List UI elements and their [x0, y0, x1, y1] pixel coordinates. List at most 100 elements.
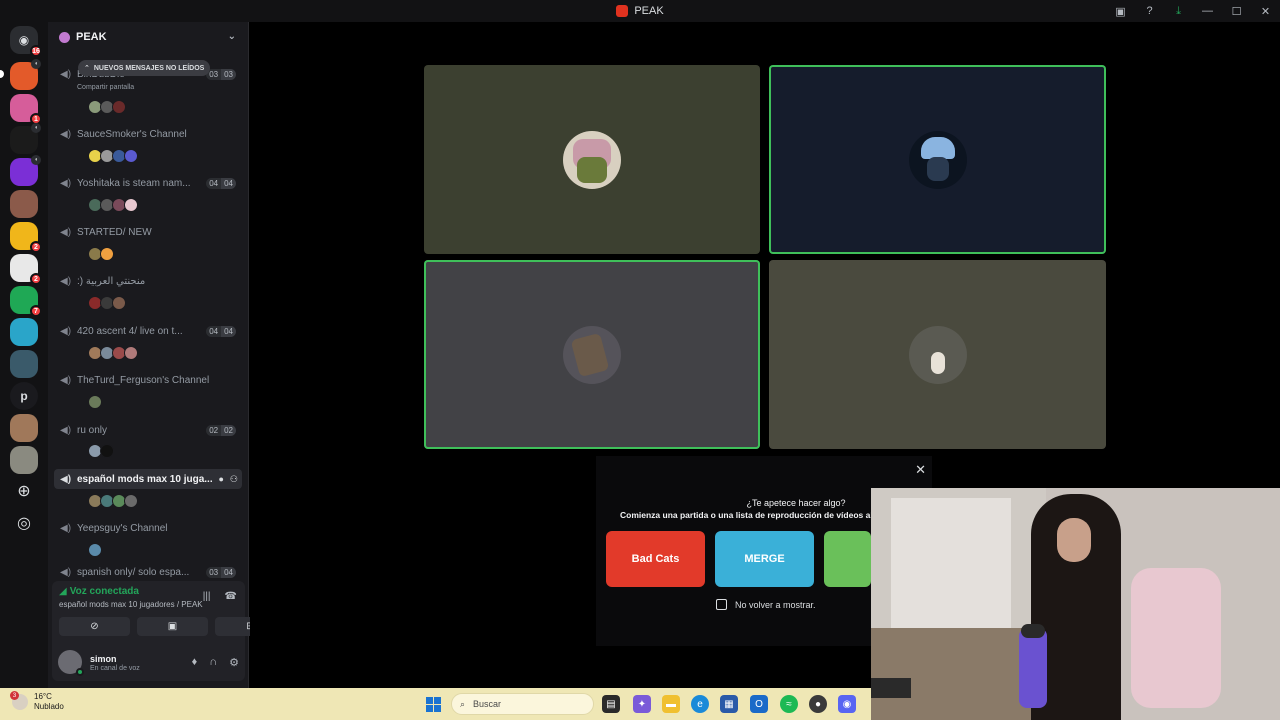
avatar[interactable]	[88, 395, 102, 409]
noise-suppression-icon[interactable]: |||	[203, 591, 211, 602]
avatar[interactable]	[112, 100, 126, 114]
file-explorer-icon[interactable]: ▬	[662, 695, 680, 713]
server-icon[interactable]: 2	[10, 222, 42, 253]
download-icon[interactable]: ⤓	[1164, 0, 1193, 22]
server-icon[interactable]: ◖	[10, 59, 41, 90]
dont-show-again-checkbox[interactable]: No volver a mostrar.	[716, 599, 816, 610]
add-server-icon[interactable]: ⊕	[10, 477, 38, 505]
edge-icon[interactable]: e	[691, 695, 709, 713]
participant-tile[interactable]	[424, 65, 760, 254]
windows-start-icon[interactable]	[426, 697, 441, 712]
avatar	[563, 325, 621, 384]
windows-taskbar: 3 16°C Nublado ⌕ Buscar ▤ ✦ ▬ e ▦ O ≈ ● …	[0, 688, 871, 720]
settings-icon[interactable]: ⚙	[229, 656, 239, 669]
invite-icon[interactable]: ⚇	[230, 474, 238, 485]
voice-status[interactable]: ◢ Voz conectada	[59, 586, 139, 597]
outlook-icon[interactable]: O	[750, 695, 768, 713]
server-icon[interactable]	[10, 414, 38, 442]
voice-channel[interactable]: ◀) Yoshitaka is steam nam... 04 04	[54, 173, 242, 193]
chevron-down-icon[interactable]: ⌄	[228, 31, 236, 42]
signal-icon: ◢	[59, 586, 67, 597]
participant-tile[interactable]	[769, 260, 1106, 449]
store-icon[interactable]: ▦	[720, 695, 738, 713]
disconnect-icon[interactable]: ☎	[225, 591, 237, 602]
guild-header[interactable]: PEAK ⌄	[48, 22, 248, 52]
user-count: 04 04	[206, 325, 236, 337]
voice-channel[interactable]: ◀) ru only 02 02	[54, 420, 242, 440]
server-icon[interactable]: 7	[10, 286, 42, 317]
avatar[interactable]	[124, 198, 138, 212]
avatar[interactable]	[88, 543, 102, 557]
avatar[interactable]	[112, 296, 126, 310]
voice-channel[interactable]: ◀) :) منحنتي العربية	[54, 271, 242, 291]
activity-card-merge[interactable]: MERGE	[715, 531, 814, 587]
speaker-icon: ◖	[31, 155, 41, 165]
server-icon[interactable]	[10, 318, 38, 346]
discord-icon[interactable]: ◉	[838, 695, 856, 713]
minimize-button[interactable]: —	[1193, 0, 1222, 22]
speaker-icon: ◀)	[60, 128, 72, 140]
checkbox[interactable]	[716, 599, 727, 610]
app-icon[interactable]: ●	[809, 695, 827, 713]
activity-card[interactable]	[824, 531, 871, 587]
task-view-icon[interactable]: ▤	[602, 695, 620, 713]
discover-icon[interactable]: ◎	[10, 509, 38, 537]
avatar[interactable]	[100, 247, 114, 261]
server-icon[interactable]	[10, 446, 38, 474]
close-window-button[interactable]: ✕	[1251, 0, 1280, 22]
mention-badge: 2	[30, 273, 42, 285]
voice-channel[interactable]: ◀) spanish only/ solo espa... 03 04	[54, 567, 242, 579]
direct-messages-icon[interactable]: ◉ 16	[10, 26, 42, 57]
help-icon[interactable]: ?	[1135, 0, 1164, 22]
screen-share-label: Compartir pantalla	[77, 84, 135, 91]
camera-off-button[interactable]: ⊘	[59, 617, 130, 636]
voice-channel-active[interactable]: ◀) español mods max 10 juga... ● ⚇	[54, 469, 242, 489]
participant-tile-speaking[interactable]	[424, 260, 760, 449]
webcam-overlay	[871, 488, 1280, 720]
server-pill	[0, 70, 4, 78]
server-icon[interactable]: 2	[10, 254, 42, 285]
inbox-icon[interactable]: ▣	[1106, 0, 1135, 22]
server-icon[interactable]: ◖	[10, 123, 41, 154]
voice-channel[interactable]: ◀) TheTurd_Ferguson's Channel	[54, 370, 242, 390]
voice-channel[interactable]: ◀) Yeepsguy's Channel	[54, 518, 242, 538]
title-bar: PEAK ▣ ? ⤓ — ☐ ✕	[0, 0, 1280, 22]
activity-card-bad-cats[interactable]: Bad Cats	[606, 531, 705, 587]
speaker-icon: ◀)	[60, 68, 72, 80]
speaker-icon: ◀)	[60, 473, 72, 485]
close-icon[interactable]: ✕	[915, 462, 926, 478]
voice-channel[interactable]: ◀) STARTED/ NEW	[54, 222, 242, 242]
maximize-button[interactable]: ☐	[1222, 0, 1251, 22]
channel-users	[88, 247, 114, 263]
channel-users	[88, 494, 138, 510]
avatar[interactable]	[124, 494, 138, 508]
avatar[interactable]	[124, 149, 138, 163]
chat-icon[interactable]: ●	[218, 474, 223, 485]
voice-channel[interactable]: ◀) SauceSmoker's Channel	[54, 124, 242, 144]
share-screen-button[interactable]: ▣	[137, 617, 208, 636]
microphone-icon[interactable]: ♦	[192, 656, 198, 669]
participant-tile-speaking[interactable]	[769, 65, 1106, 254]
unread-messages-banner[interactable]: ⌃ NUEVOS MENSAJES NO LEÍDOS	[78, 60, 211, 76]
server-icon[interactable]: ◖	[10, 155, 41, 186]
speaker-icon: ◖	[31, 59, 41, 69]
channel-users	[88, 346, 138, 362]
channel-users	[88, 100, 126, 116]
server-icon[interactable]	[10, 190, 38, 218]
taskbar-search-input[interactable]: ⌕ Buscar	[451, 693, 594, 715]
avatar	[908, 325, 967, 384]
copilot-icon[interactable]: ✦	[633, 695, 651, 713]
weather-widget[interactable]: 3 16°C Nublado	[10, 691, 64, 712]
server-icon[interactable]	[10, 350, 38, 378]
username[interactable]: simon	[90, 654, 117, 664]
voice-channel-path[interactable]: español mods max 10 jugadores / PEAK	[59, 600, 203, 609]
avatar[interactable]	[100, 444, 114, 458]
headphones-icon[interactable]: ∩	[209, 656, 217, 669]
avatar	[563, 130, 621, 189]
spotify-icon[interactable]: ≈	[780, 695, 798, 713]
window-title-text: PEAK	[634, 5, 664, 17]
avatar[interactable]	[124, 346, 138, 360]
server-icon[interactable]: 1	[10, 94, 42, 125]
voice-channel[interactable]: ◀) 420 ascent 4/ live on t... 04 04	[54, 321, 242, 341]
server-letter-icon[interactable]: p	[10, 382, 38, 410]
